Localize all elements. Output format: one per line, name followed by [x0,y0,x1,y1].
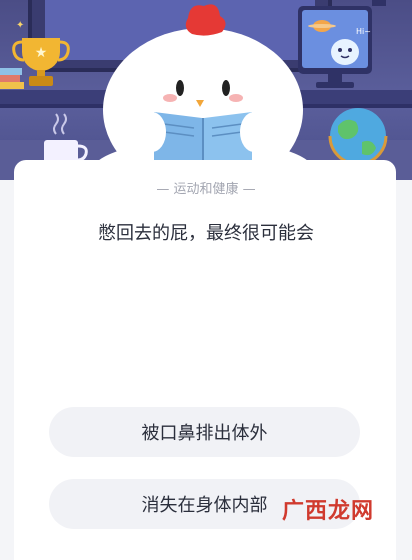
watermark-text: 广西龙网 [282,499,375,524]
category-dash-left: — [156,182,170,197]
category-label: — 运动和健康 — [0,178,412,197]
answer-option-1[interactable]: 被口鼻排出体外 [49,407,360,457]
svg-text:★: ★ [35,45,48,61]
scene-art: ★ ✦ Hi~ [0,0,412,180]
answer-option-label: 消失在身体内部 [141,495,268,516]
monitor-greeting: Hi~ [356,27,371,36]
svg-text:✦: ✦ [16,20,24,31]
watermark-logo: 广西龙网 [282,493,374,525]
category-dash-right: — [242,182,256,197]
category-text: 运动和健康 [173,182,239,197]
question-text: 憋回去的屁，最终很可能会 [98,223,314,244]
header-illustration: ★ ✦ Hi~ [0,0,412,180]
answer-option-label: 被口鼻排出体外 [141,423,268,444]
monitor-alien-icon: Hi~ [298,6,372,88]
